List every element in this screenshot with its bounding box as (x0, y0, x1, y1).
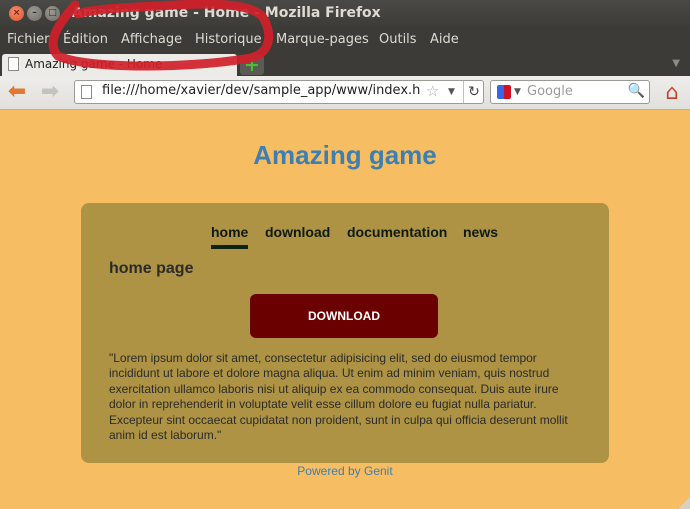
tab-home[interactable]: Amazing game - Home (2, 54, 237, 76)
menu-marque-pages[interactable]: Marque-pages (276, 32, 369, 47)
back-arrow-icon[interactable]: ⬅ (5, 80, 29, 104)
search-input[interactable]: Google (527, 84, 573, 99)
search-icon[interactable]: 🔍 (628, 83, 645, 99)
nav-home[interactable]: home (211, 224, 249, 249)
section-title: home page (109, 260, 194, 277)
new-tab-icon[interactable]: + (240, 55, 264, 75)
google-icon[interactable] (497, 85, 511, 99)
resize-grip[interactable] (678, 497, 690, 509)
menu-historique[interactable]: Historique (195, 32, 262, 47)
lorem-paragraph: "Lorem ipsum dolor sit amet, consectetur… (109, 351, 568, 443)
window-titlebar: × – □ Amazing game - Home - Mozilla Fire… (0, 0, 690, 28)
minimize-icon[interactable]: – (27, 6, 42, 21)
close-icon[interactable]: × (9, 6, 24, 21)
navigation-toolbar: ⬅ ➡ file:///home/xavier/dev/sample_app/w… (0, 76, 690, 110)
url-dropdown-icon[interactable]: ▼ (448, 87, 455, 97)
page-content: Amazing game home download documentation… (0, 110, 690, 509)
tab-list-icon[interactable]: ▼ (672, 58, 680, 69)
page-icon (8, 57, 19, 71)
forward-arrow-icon[interactable]: ➡ (38, 80, 62, 104)
menu-affichage[interactable]: Affichage (121, 32, 182, 47)
nav-documentation[interactable]: documentation (347, 224, 447, 240)
reload-icon[interactable]: ↻ (463, 81, 484, 103)
url-bar[interactable]: file:///home/xavier/dev/sample_app/www/i… (74, 80, 484, 104)
tab-label: Amazing game - Home (25, 57, 163, 71)
page-icon (81, 85, 92, 99)
maximize-icon[interactable]: □ (45, 6, 60, 21)
site-title: Amazing game (253, 140, 437, 170)
footer-link[interactable]: Powered by Genit (0, 464, 690, 478)
search-engine-dropdown-icon[interactable]: ▼ (514, 87, 521, 97)
nav-download[interactable]: download (265, 224, 330, 240)
home-icon[interactable]: ⌂ (659, 79, 685, 105)
url-text[interactable]: file:///home/xavier/dev/sample_app/www/i… (102, 83, 422, 98)
content-panel: home download documentation news home pa… (81, 203, 609, 463)
tab-bar: Amazing game - Home + ▼ (0, 52, 690, 76)
download-button[interactable]: DOWNLOAD (250, 294, 438, 338)
search-bar[interactable]: ▼ Google 🔍 (490, 80, 650, 104)
bookmark-star-icon[interactable]: ☆ (426, 82, 439, 100)
menu-bar: Fichier Édition Affichage Historique Mar… (0, 28, 690, 52)
menu-outils[interactable]: Outils (379, 32, 417, 47)
window-title: Amazing game - Home - Mozilla Firefox (72, 5, 381, 21)
nav-news[interactable]: news (463, 224, 498, 240)
menu-fichier[interactable]: Fichier (7, 32, 50, 47)
menu-aide[interactable]: Aide (430, 32, 459, 47)
menu-edition[interactable]: Édition (63, 32, 108, 47)
